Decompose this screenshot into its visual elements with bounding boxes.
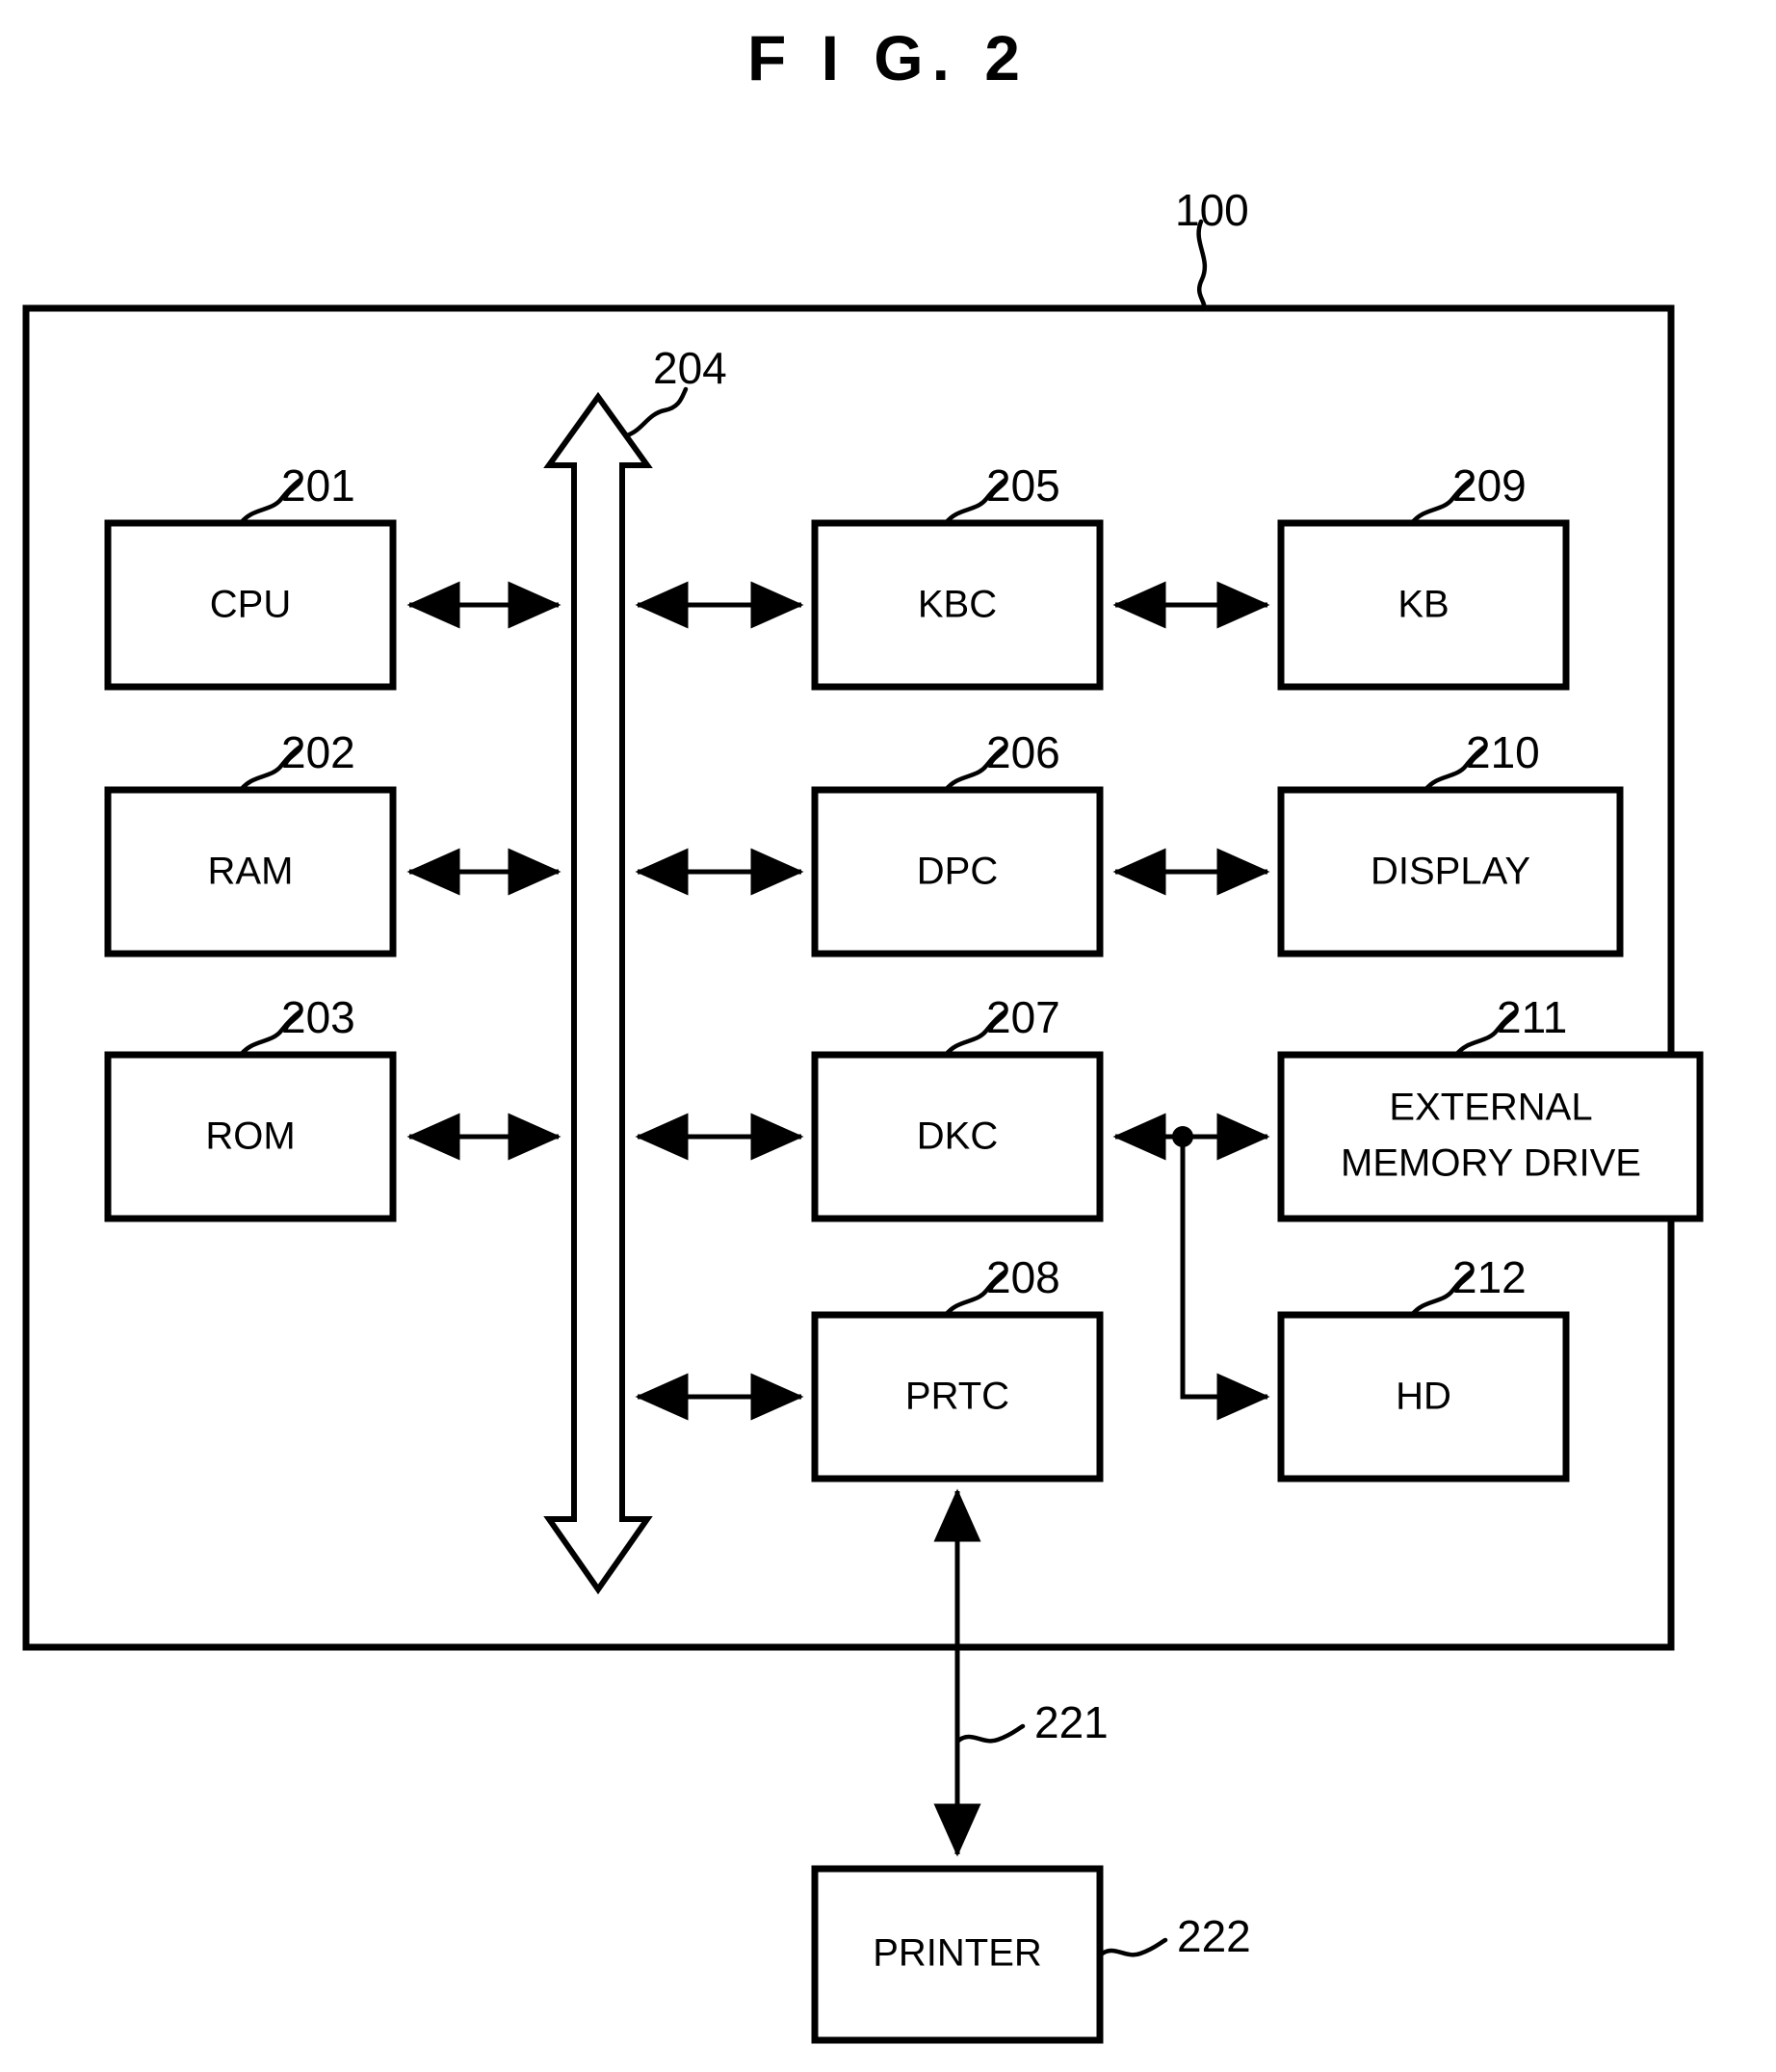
ref-num-202: 202 bbox=[281, 727, 355, 777]
box-label-external-memory-drive-line2: MEMORY DRIVE bbox=[1341, 1142, 1641, 1185]
ref-num-210: 210 bbox=[1466, 727, 1540, 777]
ref-num-208: 208 bbox=[986, 1252, 1060, 1302]
ref-num-201: 201 bbox=[281, 460, 355, 511]
leader-line-204 bbox=[624, 386, 689, 438]
block-diagram: CPU RAM ROM KBC DPC DKC PRTC KB DISPLAY … bbox=[22, 185, 1704, 2044]
ref-num-205: 205 bbox=[986, 460, 1060, 511]
ref-num-100: 100 bbox=[1175, 185, 1249, 235]
ref-num-222: 222 bbox=[1177, 1911, 1251, 1961]
box-label-display: DISPLAY bbox=[1371, 851, 1530, 893]
box-label-dkc: DKC bbox=[917, 1115, 998, 1158]
box-label-rom: ROM bbox=[205, 1115, 295, 1158]
leader-line-221 bbox=[954, 1723, 1026, 1744]
leader-line-222 bbox=[1097, 1937, 1168, 1958]
box-label-dpc: DPC bbox=[917, 851, 998, 893]
box-label-kbc: KBC bbox=[918, 584, 997, 626]
box-label-kb: KB bbox=[1397, 584, 1449, 626]
figure-root: F I G. 2 CPU RAM ROM KBC DPC DKC PRTC KB… bbox=[0, 0, 1776, 2072]
system-bus-204 bbox=[543, 391, 653, 1595]
ref-num-204: 204 bbox=[653, 343, 727, 393]
box-label-printer: PRINTER bbox=[873, 1932, 1042, 1975]
box-label-ram: RAM bbox=[208, 851, 294, 893]
link-dkc-hd bbox=[1180, 1137, 1270, 1421]
ref-num-211: 211 bbox=[1497, 992, 1567, 1042]
ref-num-207: 207 bbox=[986, 992, 1060, 1042]
box-label-prtc: PRTC bbox=[905, 1376, 1009, 1418]
box-label-hd: HD bbox=[1396, 1376, 1451, 1418]
box-external-memory-drive[interactable] bbox=[1277, 1051, 1704, 1222]
ref-num-203: 203 bbox=[281, 992, 355, 1042]
ref-num-221: 221 bbox=[1034, 1697, 1109, 1747]
ref-num-206: 206 bbox=[986, 727, 1060, 777]
box-label-external-memory-drive-line1: EXTERNAL bbox=[1389, 1087, 1592, 1129]
ref-num-209: 209 bbox=[1452, 460, 1527, 511]
box-label-cpu: CPU bbox=[210, 584, 291, 626]
ref-num-212: 212 bbox=[1452, 1252, 1527, 1302]
